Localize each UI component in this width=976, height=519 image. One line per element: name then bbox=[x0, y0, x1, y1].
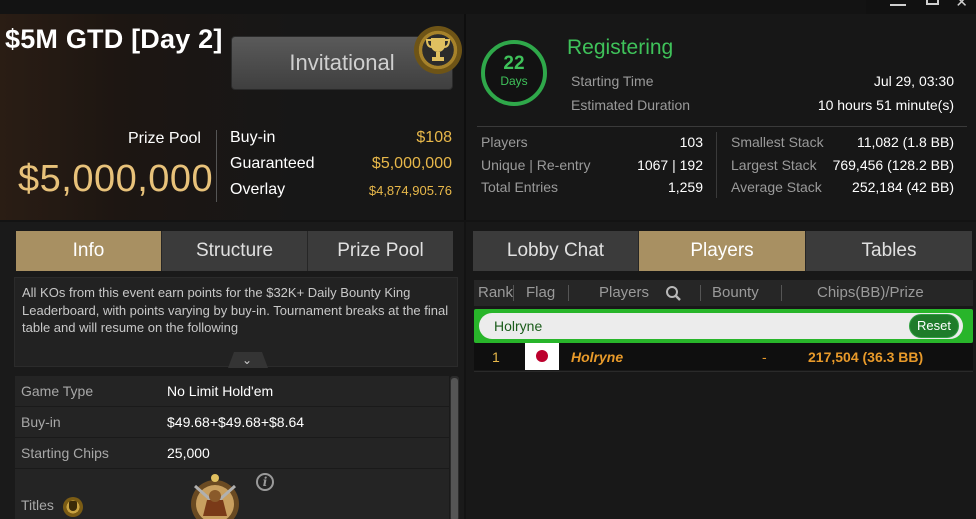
player-rank: 1 bbox=[492, 349, 500, 365]
details-scrollbar[interactable] bbox=[450, 376, 459, 519]
tournament-title: $5M GTD [Day 2] bbox=[5, 24, 223, 54]
prize-pool-label: Prize Pool bbox=[128, 130, 201, 147]
prize-pool-value: $5,000,000 bbox=[18, 158, 214, 200]
trophy-icon bbox=[414, 26, 462, 74]
column-separator bbox=[568, 285, 569, 301]
japan-flag-icon bbox=[525, 343, 559, 370]
tab-prize-pool[interactable]: Prize Pool bbox=[308, 231, 453, 271]
unique-value: 1067 | 192 bbox=[637, 157, 703, 173]
column-chips[interactable]: Chips(BB)/Prize bbox=[817, 284, 924, 301]
detail-row-game-type: Game Type No Limit Hold'em bbox=[15, 376, 449, 407]
player-search-input[interactable]: Holryne bbox=[479, 313, 963, 339]
table-row[interactable]: 1 Holryne - 217,504 (36.3 BB) bbox=[474, 343, 973, 370]
header-separator bbox=[216, 130, 217, 202]
smallest-stack-value: 11,082 (1.8 BB) bbox=[856, 134, 954, 150]
titles-label: Titles bbox=[21, 497, 54, 513]
info-icon[interactable]: i bbox=[256, 473, 274, 491]
total-entries-label: Total Entries bbox=[481, 179, 559, 195]
player-bounty: - bbox=[762, 349, 767, 365]
column-separator bbox=[513, 285, 514, 301]
largest-stack-value: 769,456 (128.2 BB) bbox=[832, 157, 954, 173]
starting-chips-value: 25,000 bbox=[167, 445, 210, 461]
days-countdown: 22 Days bbox=[481, 40, 547, 106]
header-divider bbox=[464, 14, 466, 220]
detail-buyin-value: $49.68+$49.68+$8.64 bbox=[167, 414, 305, 430]
average-stack-value: 252,184 (42 BB) bbox=[852, 179, 954, 195]
players-label: Players bbox=[481, 134, 528, 150]
detail-row-starting-chips: Starting Chips 25,000 bbox=[15, 438, 449, 469]
detail-row-buyin: Buy-in $49.68+$49.68+$8.64 bbox=[15, 407, 449, 438]
column-separator bbox=[700, 285, 701, 301]
unique-label: Unique | Re-entry bbox=[481, 157, 591, 173]
player-chips: 217,504 (36.3 BB) bbox=[808, 349, 924, 365]
window-controls: ✕ bbox=[866, 0, 976, 14]
overlay-label: Overlay bbox=[230, 181, 286, 198]
players-value: 103 bbox=[679, 134, 703, 150]
title-coin-icon bbox=[63, 497, 83, 517]
maximize-icon bbox=[926, 0, 939, 5]
game-type-value: No Limit Hold'em bbox=[167, 383, 274, 399]
info-tabs: Info Structure Prize Pool bbox=[16, 231, 453, 271]
column-rank[interactable]: Rank bbox=[478, 284, 513, 301]
detail-row-titles: Titles i bbox=[15, 469, 449, 519]
duration-value: 10 hours 51 minute(s) bbox=[817, 97, 954, 113]
column-separator bbox=[781, 285, 782, 301]
tab-info[interactable]: Info bbox=[16, 231, 162, 271]
players-grid-header: Rank Flag Players Bounty Chips(BB)/Prize bbox=[474, 280, 973, 306]
guaranteed-value: $5,000,000 bbox=[371, 155, 452, 172]
average-stack-label: Average Stack bbox=[731, 179, 822, 195]
player-name: Holryne bbox=[571, 349, 624, 365]
starting-time-label: Starting Time bbox=[571, 73, 654, 89]
stats-column-separator bbox=[716, 132, 717, 198]
minimize-button[interactable] bbox=[890, 0, 906, 6]
tab-tables[interactable]: Tables bbox=[806, 231, 972, 271]
total-entries-value: 1,259 bbox=[667, 179, 703, 195]
expand-description-button[interactable]: ⌄ bbox=[228, 352, 268, 368]
search-icon[interactable] bbox=[665, 285, 682, 302]
tournament-details: Game Type No Limit Hold'em Buy-in $49.68… bbox=[15, 376, 449, 519]
details-scroll-thumb[interactable] bbox=[451, 378, 458, 519]
overlay-value: $4,874,905.76 bbox=[368, 183, 452, 198]
days-label: Days bbox=[500, 74, 528, 88]
stats-separator bbox=[477, 126, 967, 127]
title-badge-icon bbox=[191, 474, 239, 519]
game-type-label: Game Type bbox=[21, 383, 94, 399]
duration-label: Estimated Duration bbox=[571, 97, 691, 113]
days-value: 22 bbox=[503, 53, 525, 74]
starting-time-value: Jul 29, 03:30 bbox=[873, 73, 954, 89]
detail-buyin-label: Buy-in bbox=[21, 414, 61, 430]
close-button[interactable]: ✕ bbox=[955, 0, 968, 10]
column-players[interactable]: Players bbox=[599, 284, 649, 301]
minimize-icon bbox=[890, 4, 906, 6]
starting-chips-label: Starting Chips bbox=[21, 445, 109, 461]
column-bounty[interactable]: Bounty bbox=[712, 284, 759, 301]
tab-lobby-chat[interactable]: Lobby Chat bbox=[473, 231, 639, 271]
column-flag[interactable]: Flag bbox=[526, 284, 555, 301]
reset-button[interactable]: Reset bbox=[909, 314, 959, 338]
largest-stack-label: Largest Stack bbox=[731, 157, 817, 173]
maximize-button[interactable] bbox=[926, 0, 939, 5]
tab-players[interactable]: Players bbox=[639, 231, 806, 271]
chevron-down-icon: ⌄ bbox=[242, 353, 253, 367]
player-filter-bar: Holryne Reset bbox=[474, 309, 973, 343]
guaranteed-label: Guaranteed bbox=[230, 155, 315, 172]
tab-structure[interactable]: Structure bbox=[162, 231, 308, 271]
buyin-value: $108 bbox=[416, 129, 452, 146]
status-label: Registering bbox=[567, 36, 674, 59]
smallest-stack-label: Smallest Stack bbox=[731, 134, 824, 150]
lobby-tabs: Lobby Chat Players Tables bbox=[473, 231, 972, 271]
row-divider bbox=[474, 371, 973, 372]
buyin-label: Buy-in bbox=[230, 129, 276, 146]
